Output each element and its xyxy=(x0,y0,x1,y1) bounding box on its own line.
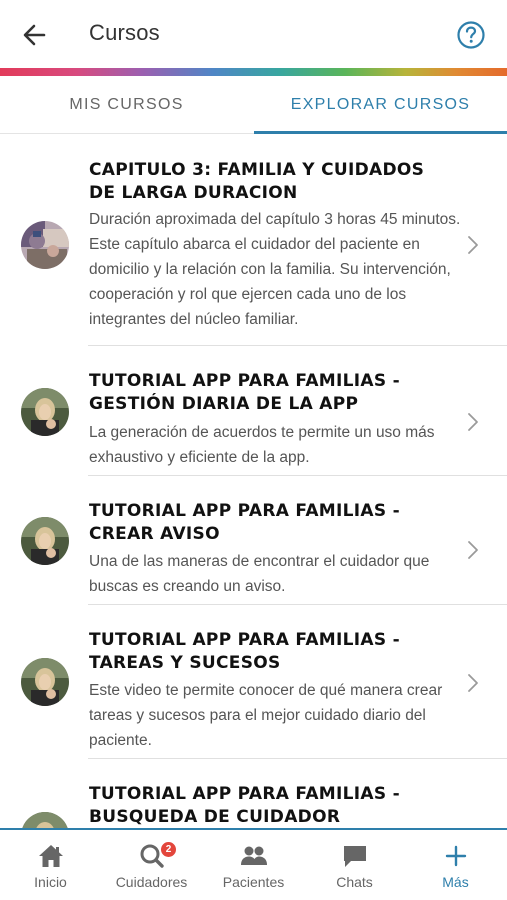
nav-item-pacientes[interactable]: Pacientes xyxy=(203,830,304,900)
nav-item-chats[interactable]: Chats xyxy=(304,830,405,900)
tab-explorar-cursos[interactable]: EXPLORAR CURSOS xyxy=(254,76,507,134)
tab-mis-cursos[interactable]: MIS CURSOS xyxy=(0,76,253,134)
chat-icon xyxy=(343,846,366,867)
course-item[interactable]: CAPITULO 3: FAMILIA Y CUIDADOS DE LARGA … xyxy=(0,135,507,346)
course-list: CAPITULO 3: FAMILIA Y CUIDADOS DE LARGA … xyxy=(0,135,507,828)
header-gradient-bar xyxy=(0,68,507,76)
page-title: Cursos xyxy=(89,20,160,45)
chevron-right-icon xyxy=(468,541,478,559)
arrow-left-icon xyxy=(23,24,46,46)
nav-item-inicio[interactable]: Inicio xyxy=(0,830,101,900)
nav-label: Más xyxy=(442,874,469,890)
bottom-navigation: Inicio 2 Cuidadores Pacientes Chats Más xyxy=(0,828,507,900)
course-description: Duración aproximada del capítulo 3 horas… xyxy=(89,211,461,328)
nav-label: Inicio xyxy=(34,874,67,890)
nav-item-mas[interactable]: Más xyxy=(405,830,506,900)
home-icon xyxy=(38,845,63,867)
course-title: TUTORIAL APP PARA FAMILIAS -GESTIÓN DIAR… xyxy=(89,371,400,414)
course-description: Una de las maneras de encontrar el cuida… xyxy=(89,553,430,595)
course-title: TUTORIAL APP PARA FAMILIAS - BUSQUEDA DE… xyxy=(89,784,400,827)
course-title: CAPITULO 3: FAMILIA Y CUIDADOS DE LARGA … xyxy=(89,160,425,203)
help-button[interactable] xyxy=(456,20,486,50)
help-circle-icon xyxy=(457,21,485,49)
course-description: Este video te permite conocer de qué man… xyxy=(89,682,443,749)
plus-icon xyxy=(445,845,466,867)
course-thumbnail xyxy=(21,388,69,436)
course-item[interactable]: TUTORIAL APP PARA FAMILIAS -CREAR AVISO … xyxy=(0,476,507,605)
course-item[interactable]: TUTORIAL APP PARA FAMILIAS -GESTIÓN DIAR… xyxy=(0,346,507,476)
nav-item-cuidadores[interactable]: 2 Cuidadores xyxy=(101,830,202,900)
chevron-right-icon xyxy=(468,413,478,431)
notification-badge: 2 xyxy=(161,842,176,857)
nav-label: Cuidadores xyxy=(115,874,188,890)
chevron-right-icon xyxy=(468,236,478,254)
back-button[interactable] xyxy=(18,20,52,50)
course-item[interactable]: TUTORIAL APP PARA FAMILIAS -TAREAS Y SUC… xyxy=(0,605,507,759)
nav-label: Chats xyxy=(336,874,373,890)
course-title: TUTORIAL APP PARA FAMILIAS -TAREAS Y SUC… xyxy=(89,630,400,673)
active-tab-indicator xyxy=(254,131,507,134)
nav-label: Pacientes xyxy=(222,874,285,890)
tab-bar: MIS CURSOS EXPLORAR CURSOS xyxy=(0,76,507,134)
course-thumbnail xyxy=(21,517,69,565)
course-title: TUTORIAL APP PARA FAMILIAS -CREAR AVISO xyxy=(89,501,400,544)
course-thumbnail xyxy=(21,658,69,706)
course-item[interactable]: TUTORIAL APP PARA FAMILIAS - BUSQUEDA DE… xyxy=(0,759,507,828)
course-description: La generación de acuerdos te permite un … xyxy=(89,424,435,466)
people-icon xyxy=(240,846,267,865)
app-bar: Cursos xyxy=(0,0,507,70)
chevron-right-icon xyxy=(468,674,478,692)
course-thumbnail xyxy=(21,221,69,269)
course-thumbnail xyxy=(21,812,69,828)
